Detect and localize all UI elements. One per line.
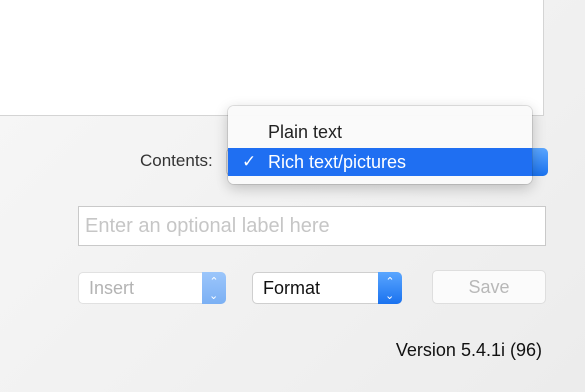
menu-item-plain-text[interactable]: Plain text	[228, 118, 532, 146]
save-button[interactable]: Save	[432, 270, 546, 304]
contents-dropdown-menu: Plain text ✓ Rich text/pictures	[228, 106, 532, 184]
format-label: Format	[263, 278, 321, 298]
up-down-chevron-icon: ⌃ ⌃	[202, 272, 226, 304]
format-popup[interactable]: Format ⌃ ⌃	[252, 272, 402, 304]
insert-popup[interactable]: Insert ⌃ ⌃	[78, 272, 226, 304]
up-down-chevron-icon: ⌃ ⌃	[378, 272, 402, 304]
insert-label: Insert	[89, 278, 135, 298]
contents-label: Contents:	[140, 151, 213, 170]
checkmark-icon: ✓	[242, 152, 257, 171]
menu-item-rich-text-pictures[interactable]: ✓ Rich text/pictures	[228, 148, 532, 176]
version-text: Version 5.4.1i (96)	[395, 340, 542, 360]
menu-item-label: Plain text	[268, 122, 343, 142]
content-text-area[interactable]	[0, 0, 544, 116]
label-input[interactable]	[78, 206, 546, 246]
menu-item-label: Rich text/pictures	[268, 152, 407, 172]
